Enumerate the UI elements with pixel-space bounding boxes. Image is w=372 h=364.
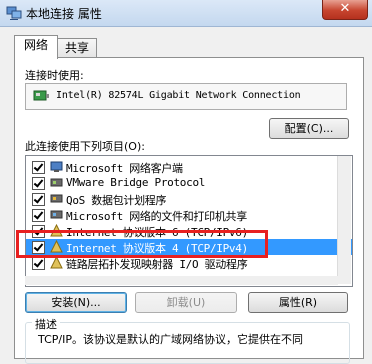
file-sharing-icon <box>50 210 63 219</box>
items-label: 此连接使用下列项目(O): <box>25 140 145 153</box>
close-button[interactable]: ✕ <box>322 0 368 20</box>
item-label: Microsoft 网络的文件和打印机共享 <box>66 210 247 223</box>
properties-button[interactable]: 属性(R) <box>248 292 348 313</box>
adapter-name: Intel(R) 82574L Gigabit Network Connecti… <box>56 90 301 101</box>
tab-network[interactable]: 网络 <box>14 35 58 59</box>
uninstall-button[interactable]: 卸载(U) <box>135 292 237 313</box>
window-title: 本地连接 属性 <box>26 7 102 21</box>
components-list[interactable]: Microsoft 网络客户端 VMware Bridge Protocol Q… <box>25 155 353 287</box>
annotation-highlight-box <box>16 230 268 258</box>
network-connection-icon <box>6 6 22 20</box>
network-protocol-icon <box>50 178 63 187</box>
vertical-scrollbar[interactable] <box>337 156 351 284</box>
network-adapter-icon <box>33 90 49 101</box>
item-label: Microsoft 网络客户端 <box>66 162 183 175</box>
list-item[interactable]: Microsoft 网络客户端 <box>26 159 352 175</box>
qos-icon <box>50 194 63 203</box>
checkbox[interactable] <box>32 193 45 206</box>
item-label: 链路层拓扑发现映射器 I/O 驱动程序 <box>66 258 248 271</box>
item-label: VMware Bridge Protocol <box>66 176 206 189</box>
connect-using-label: 连接时使用: <box>25 69 84 82</box>
tab-sharing[interactable]: 共享 <box>57 38 97 58</box>
checkbox[interactable] <box>32 257 45 270</box>
checkbox[interactable] <box>32 177 45 190</box>
checkbox[interactable] <box>32 209 45 222</box>
description-legend: 描述 <box>32 316 60 332</box>
list-item[interactable]: QoS 数据包计划程序 <box>26 191 352 207</box>
title-bar: 本地连接 属性 ✕ <box>0 0 372 27</box>
item-label: QoS 数据包计划程序 <box>66 194 167 207</box>
list-item[interactable]: Microsoft 网络的文件和打印机共享 <box>26 207 352 223</box>
adapter-field: Intel(R) 82574L Gigabit Network Connecti… <box>25 83 347 110</box>
network-client-icon <box>50 161 63 172</box>
install-button[interactable]: 安装(N)... <box>25 292 127 313</box>
horizontal-scrollbar[interactable] <box>25 276 338 285</box>
checkbox[interactable] <box>32 161 45 174</box>
list-item[interactable]: VMware Bridge Protocol <box>26 175 352 191</box>
configure-button[interactable]: 配置(C)... <box>269 118 349 139</box>
